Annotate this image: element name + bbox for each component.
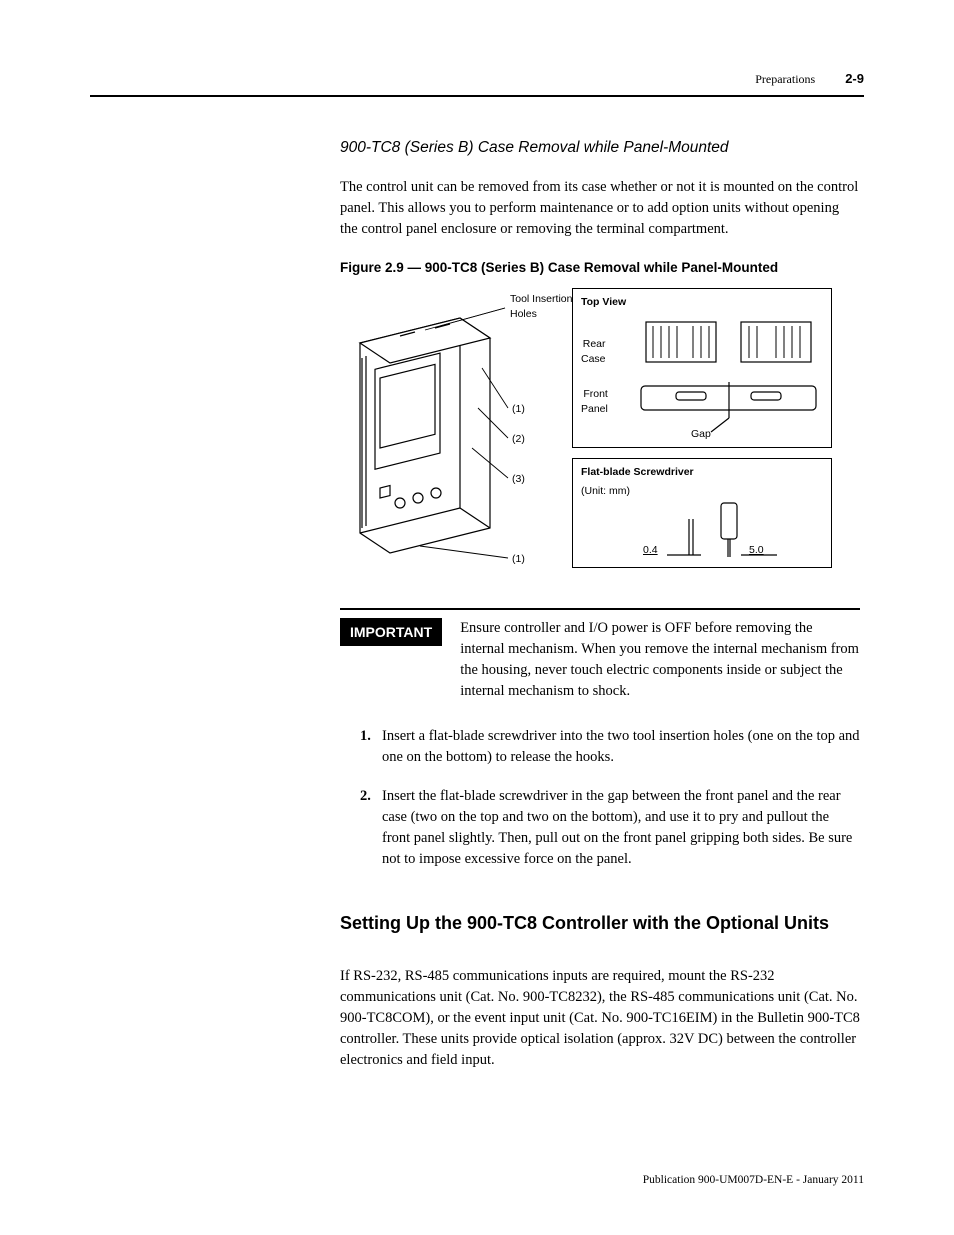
label-tool-holes: Tool Insertion Holes [510,292,572,322]
screwdriver-unit: (Unit: mm) [581,484,823,499]
top-view-svg [581,314,821,444]
label-callout-1b: (1) [512,552,525,567]
step-1: Insert a flat-blade screwdriver into the… [360,726,860,768]
important-text: Ensure controller and I/O power is OFF b… [460,618,860,702]
label-dim-50: 5.0 [749,543,764,558]
label-dim-04: 0.4 [643,543,658,558]
important-rule [340,608,860,610]
procedure-steps: Insert a flat-blade screwdriver into the… [360,726,860,870]
device-iso-svg [340,288,560,578]
intro-paragraph: The control unit can be removed from its… [340,177,860,240]
label-callout-2: (2) [512,432,525,447]
screwdriver-svg [581,499,821,565]
main-content: 900-TC8 (Series B) Case Removal while Pa… [340,137,860,1071]
section-body: If RS-232, RS-485 communications inputs … [340,966,860,1071]
panel-top-view: Top View [572,288,832,448]
figure-right-column: Top View [572,288,832,578]
label-gap: Gap [691,427,711,442]
publication-footer: Publication 900-UM007D-EN-E - January 20… [643,1172,864,1189]
label-rear-case: Rear Case [581,337,606,367]
important-badge: IMPORTANT [340,618,442,646]
figure-device-iso: Tool Insertion Holes (1) (2) (3) (1) [340,288,560,578]
step-2: Insert the flat-blade screwdriver in the… [360,786,860,870]
label-front-panel: Front Panel [581,387,608,417]
screwdriver-title: Flat-blade Screwdriver [581,465,823,480]
top-view-title: Top View [581,295,823,310]
page-header: Preparations 2-9 [90,70,864,89]
label-callout-3: (3) [512,472,525,487]
figure-2-9: Tool Insertion Holes (1) (2) (3) (1) Top… [340,288,860,578]
panel-screwdriver: Flat-blade Screwdriver (Unit: mm) [572,458,832,568]
subheading: 900-TC8 (Series B) Case Removal while Pa… [340,137,860,159]
label-callout-1: (1) [512,402,525,417]
important-block: IMPORTANT Ensure controller and I/O powe… [340,618,860,702]
section-heading: Setting Up the 900-TC8 Controller with t… [340,910,860,936]
figure-caption: Figure 2.9 — 900-TC8 (Series B) Case Rem… [340,258,860,278]
header-page-number: 2-9 [845,70,864,89]
header-section-name: Preparations [755,71,815,88]
header-rule [90,95,864,97]
